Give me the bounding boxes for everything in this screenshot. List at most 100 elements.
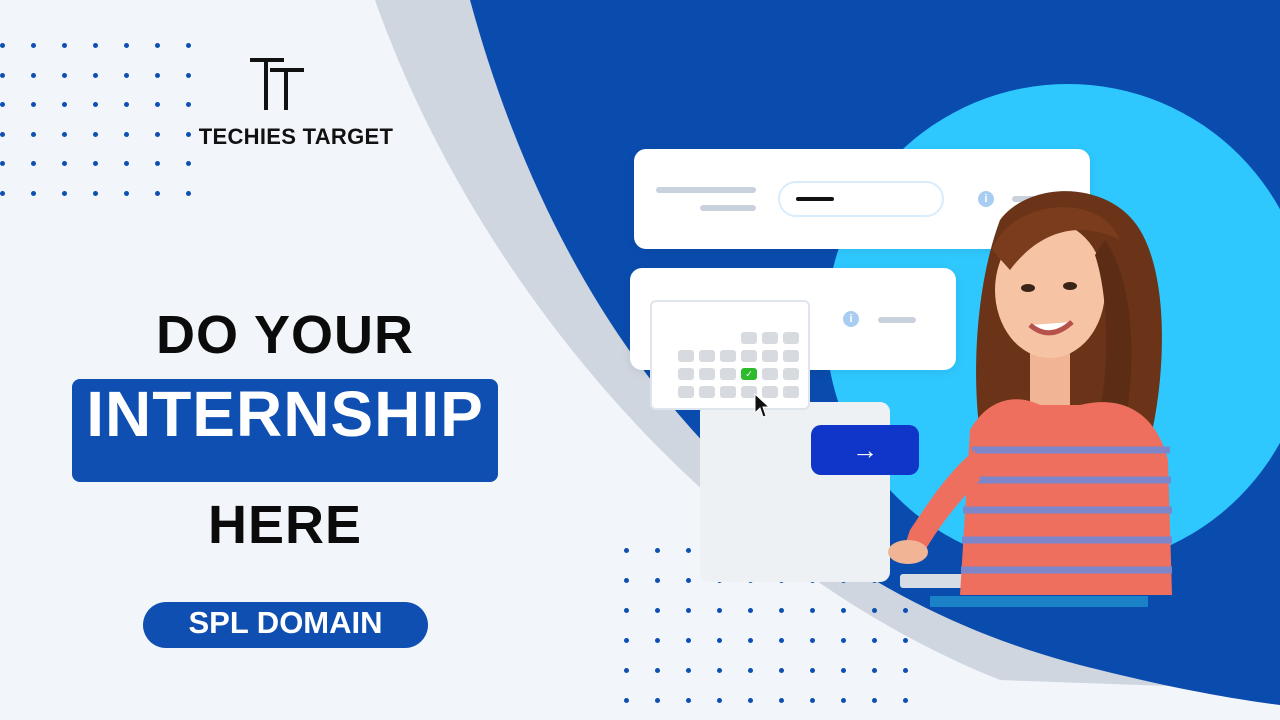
decor-dot	[903, 608, 908, 613]
brand-name: TECHIES TARGET	[198, 124, 394, 149]
decor-dot	[186, 72, 191, 78]
decor-dot	[124, 161, 129, 166]
decor-dot	[717, 608, 722, 613]
calendar-day	[678, 386, 694, 398]
decor-dot	[717, 638, 722, 643]
decor-dot	[686, 548, 691, 553]
decor-dot	[624, 698, 629, 703]
headline-line-2: INTERNSHIP	[86, 378, 484, 450]
calendar-day	[783, 386, 799, 398]
decor-dot	[0, 43, 5, 48]
calendar-day	[783, 350, 799, 362]
decor-dot	[93, 131, 98, 137]
calendar-day	[699, 368, 715, 380]
placeholder-line	[656, 187, 756, 193]
decor-dot	[62, 102, 67, 107]
logo-icon	[250, 58, 304, 110]
domain-badge: SPL DOMAIN	[143, 602, 428, 648]
decor-dot	[655, 698, 660, 703]
decor-dot	[0, 72, 5, 78]
decor-dot	[872, 638, 877, 643]
decor-dot	[624, 668, 629, 673]
decor-dot	[31, 190, 36, 196]
decor-dot	[903, 668, 908, 673]
cursor-icon	[754, 393, 770, 418]
calendar-day	[678, 350, 694, 362]
decor-dot	[186, 131, 191, 137]
decor-dot	[62, 72, 67, 78]
placeholder-line	[700, 205, 756, 211]
decor-dot	[655, 668, 660, 673]
student-photo	[888, 191, 1172, 595]
decor-dot	[31, 43, 36, 48]
calendar-day	[741, 350, 757, 362]
decor-dot	[124, 43, 129, 48]
decor-dot	[686, 638, 691, 643]
calendar-widget: ✓	[650, 300, 810, 410]
decor-dot	[186, 190, 191, 196]
decor-dot	[124, 190, 129, 196]
decor-dot	[624, 608, 629, 613]
decor-dot	[655, 578, 660, 583]
calendar-day	[699, 350, 715, 362]
decor-dot	[624, 548, 629, 553]
decor-dot	[686, 698, 691, 703]
decor-dot	[0, 131, 5, 137]
decor-dot	[0, 102, 5, 107]
decor-dot	[779, 608, 784, 613]
calendar-day	[783, 332, 799, 344]
calendar-day	[720, 350, 736, 362]
decor-dot	[810, 638, 815, 643]
decor-dot	[717, 668, 722, 673]
decor-dot	[810, 668, 815, 673]
decor-dot	[655, 608, 660, 613]
decor-dot	[872, 698, 877, 703]
decor-dot	[841, 638, 846, 643]
decor-dot	[155, 102, 160, 107]
decor-dot	[872, 608, 877, 613]
decor-dot	[655, 548, 660, 553]
decor-dot	[186, 161, 191, 166]
calendar-day	[762, 350, 778, 362]
decor-dot	[155, 131, 160, 137]
calendar-day	[720, 386, 736, 398]
decor-dot	[62, 131, 67, 137]
headline-line-1: DO YOUR	[155, 305, 415, 365]
decor-dot	[93, 43, 98, 48]
decor-dot	[841, 698, 846, 703]
decor-dot	[31, 161, 36, 166]
decor-dot	[624, 578, 629, 583]
calendar-day	[762, 332, 778, 344]
decor-dot	[624, 638, 629, 643]
decor-dot	[810, 608, 815, 613]
decor-dot	[155, 161, 160, 166]
decor-dot	[62, 190, 67, 196]
desk-edge	[930, 596, 1148, 607]
decor-dot	[717, 698, 722, 703]
decor-dot	[93, 102, 98, 107]
mock-input-value	[796, 197, 834, 201]
decor-dot	[155, 43, 160, 48]
calendar-day	[699, 386, 715, 398]
decor-dot	[903, 638, 908, 643]
decor-dot	[841, 608, 846, 613]
decor-dot	[686, 578, 691, 583]
decor-dot	[124, 131, 129, 137]
decor-dot	[779, 698, 784, 703]
decor-dot	[655, 638, 660, 643]
decor-dot	[93, 161, 98, 166]
decor-dot	[748, 698, 753, 703]
decor-dot	[62, 43, 67, 48]
decor-dot	[748, 638, 753, 643]
calendar-day	[720, 368, 736, 380]
decor-dot	[779, 668, 784, 673]
calendar-day	[783, 368, 799, 380]
calendar-day	[741, 332, 757, 344]
decor-dot	[686, 668, 691, 673]
decor-dot	[0, 190, 5, 196]
decor-dot	[31, 131, 36, 137]
calendar-day	[762, 368, 778, 380]
decor-dot	[186, 102, 191, 107]
decor-dot	[0, 161, 5, 166]
decor-dot	[748, 668, 753, 673]
